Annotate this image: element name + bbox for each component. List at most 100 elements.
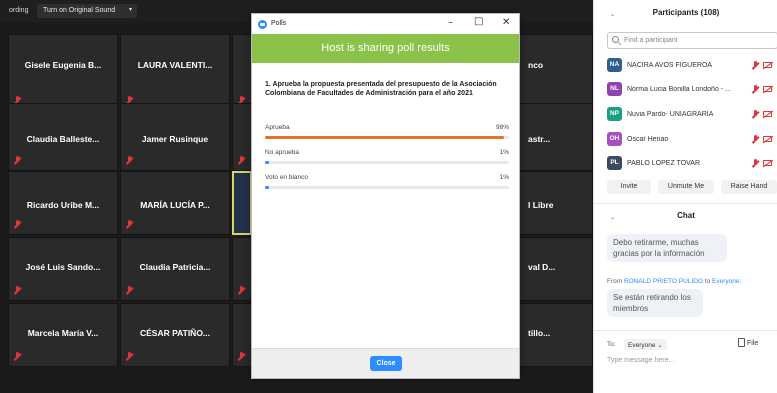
video-tile[interactable]: val D... bbox=[519, 237, 593, 301]
poll-option-percent: 1% bbox=[499, 174, 509, 181]
muted-mic-icon bbox=[752, 85, 759, 94]
participant-search-input[interactable]: Find a participant bbox=[607, 32, 777, 49]
poll-result-fill bbox=[265, 186, 269, 189]
muted-mic-icon bbox=[752, 61, 759, 70]
chat-message-input[interactable]: Type message here... bbox=[607, 357, 674, 364]
original-sound-button[interactable]: Turn on Original Sound ▾ bbox=[37, 4, 137, 18]
participant-name: PABLO LOPEZ TOVAR bbox=[627, 160, 701, 167]
video-off-icon bbox=[763, 136, 772, 142]
video-tile[interactable]: LAURA VALENTI... bbox=[120, 34, 230, 111]
video-tile[interactable]: Gisele Eugenia B... bbox=[8, 34, 118, 111]
participant-name: Nuvia Pardo- UNIAGRARIA bbox=[627, 111, 714, 118]
video-tile[interactable] bbox=[232, 103, 252, 171]
video-tile[interactable]: Marcela María V... bbox=[8, 303, 118, 367]
raise-hand-button[interactable]: Raise Hand bbox=[721, 180, 777, 194]
video-tile[interactable]: l Libre bbox=[519, 171, 593, 235]
participant-name: LAURA VALENTI... bbox=[137, 60, 213, 70]
video-tile[interactable] bbox=[232, 34, 252, 111]
close-icon[interactable]: ✕ bbox=[502, 17, 510, 28]
close-poll-button[interactable]: Close bbox=[370, 356, 402, 371]
avatar: NP bbox=[607, 107, 622, 121]
participant-name: NACIRA AVOS FIGUEROA bbox=[627, 62, 713, 69]
sender-name[interactable]: RONALD PRIETO PULIDO bbox=[624, 278, 703, 285]
participant-status-icons bbox=[752, 110, 776, 119]
participant-name: Ricardo Uribe M... bbox=[26, 200, 100, 210]
muted-mic-icon bbox=[126, 156, 133, 165]
participant-name: Claudia Patricia... bbox=[139, 262, 211, 272]
recipient-value: Everyone bbox=[628, 342, 656, 349]
video-tile[interactable]: Jamer Rusinque bbox=[120, 103, 230, 171]
avatar: NL bbox=[607, 82, 622, 96]
minimize-icon[interactable]: – bbox=[448, 17, 453, 28]
participant-row[interactable]: PL PABLO LOPEZ TOVAR bbox=[607, 156, 777, 172]
video-tile[interactable]: CÉSAR PATIÑO... bbox=[120, 303, 230, 367]
divider bbox=[594, 330, 777, 331]
participant-name: Claudia Balleste... bbox=[26, 134, 100, 144]
participant-name: Jamer Rusinque bbox=[141, 134, 209, 144]
to-label: To: bbox=[607, 341, 616, 348]
participant-name: astr... bbox=[528, 134, 551, 144]
side-panel: ⌄ Participants (108) Find a participant … bbox=[593, 0, 777, 393]
muted-mic-icon bbox=[238, 156, 245, 165]
poll-option-label: Aprueba bbox=[265, 124, 290, 131]
muted-mic-icon bbox=[126, 352, 133, 361]
participant-row[interactable]: NP Nuvia Pardo- UNIAGRARIA bbox=[607, 107, 777, 123]
avatar: OH bbox=[607, 132, 622, 146]
muted-mic-icon bbox=[14, 220, 21, 229]
poll-question: 1. Aprueba la propuesta presentada del p… bbox=[265, 81, 497, 97]
participant-name: val D... bbox=[528, 262, 556, 272]
chevron-down-icon: ⌄ bbox=[657, 342, 663, 349]
participant-status-icons bbox=[752, 159, 776, 168]
video-tile[interactable] bbox=[232, 303, 252, 367]
file-icon[interactable] bbox=[738, 338, 745, 347]
participant-name: Gisele Eugenia B... bbox=[24, 60, 102, 70]
polls-window-title: Polls bbox=[271, 20, 287, 27]
recipient-select[interactable]: Everyone ⌄ bbox=[624, 339, 667, 350]
maximize-icon[interactable]: □ bbox=[474, 16, 483, 27]
video-tile[interactable]: astr... bbox=[519, 103, 593, 171]
search-icon bbox=[612, 36, 619, 43]
video-tile[interactable]: Claudia Balleste... bbox=[8, 103, 118, 171]
file-button[interactable]: File bbox=[747, 340, 758, 347]
participant-row[interactable]: NL Norma Lucia Bonilla Londoño - ... bbox=[607, 82, 777, 98]
poll-option-percent: 1% bbox=[499, 149, 509, 156]
participant-row[interactable]: OH Oscar Henao bbox=[607, 132, 777, 148]
poll-option-label: No aprueba bbox=[265, 149, 299, 156]
participant-row[interactable]: NA NACIRA AVOS FIGUEROA bbox=[607, 58, 777, 74]
participant-status-icons bbox=[752, 135, 776, 144]
video-tile[interactable]: nco bbox=[519, 34, 593, 111]
active-speaker-tile[interactable] bbox=[232, 171, 252, 235]
chevron-down-icon[interactable]: ▾ bbox=[129, 6, 132, 13]
video-tile[interactable]: Claudia Patricia... bbox=[120, 237, 230, 301]
polls-titlebar: Polls – □ ✕ bbox=[252, 14, 519, 34]
poll-option: Aprueba 98% bbox=[265, 124, 509, 140]
poll-option-label: Voto en blanco bbox=[265, 174, 309, 181]
video-tile[interactable]: MARÍA LUCÍA P... bbox=[120, 171, 230, 235]
participant-name: nco bbox=[528, 60, 544, 70]
poll-result-bar bbox=[265, 186, 509, 189]
participant-name: l Libre bbox=[528, 200, 554, 210]
chat-sender-line: From RONALD PRIETO PULIDO to Everyone: bbox=[607, 278, 741, 285]
poll-option-percent: 98% bbox=[495, 124, 509, 131]
poll-result-fill bbox=[265, 136, 505, 139]
muted-mic-icon bbox=[14, 286, 21, 295]
video-tile[interactable]: Ricardo Uribe M... bbox=[8, 171, 118, 235]
polls-footer: Close bbox=[252, 348, 519, 378]
invite-button[interactable]: Invite bbox=[607, 180, 651, 194]
video-tile[interactable] bbox=[232, 237, 252, 301]
unmute-me-button[interactable]: Unmute Me bbox=[658, 180, 714, 194]
poll-result-fill bbox=[265, 161, 269, 164]
muted-mic-icon bbox=[752, 159, 759, 168]
video-tile[interactable]: tillo... bbox=[519, 303, 593, 367]
recipient-name[interactable]: Everyone: bbox=[712, 278, 741, 285]
avatar: PL bbox=[607, 156, 622, 170]
chat-message: Se están retirando los miembros bbox=[607, 289, 703, 317]
divider bbox=[594, 203, 777, 204]
participant-status-icons bbox=[752, 85, 776, 94]
muted-mic-icon bbox=[14, 352, 21, 361]
video-tile[interactable]: José Luis Sando... bbox=[8, 237, 118, 301]
poll-option: No aprueba 1% bbox=[265, 149, 509, 165]
muted-mic-icon bbox=[238, 286, 245, 295]
polls-dialog: Polls – □ ✕ Host is sharing poll results… bbox=[251, 13, 520, 379]
participant-status-icons bbox=[752, 61, 776, 70]
